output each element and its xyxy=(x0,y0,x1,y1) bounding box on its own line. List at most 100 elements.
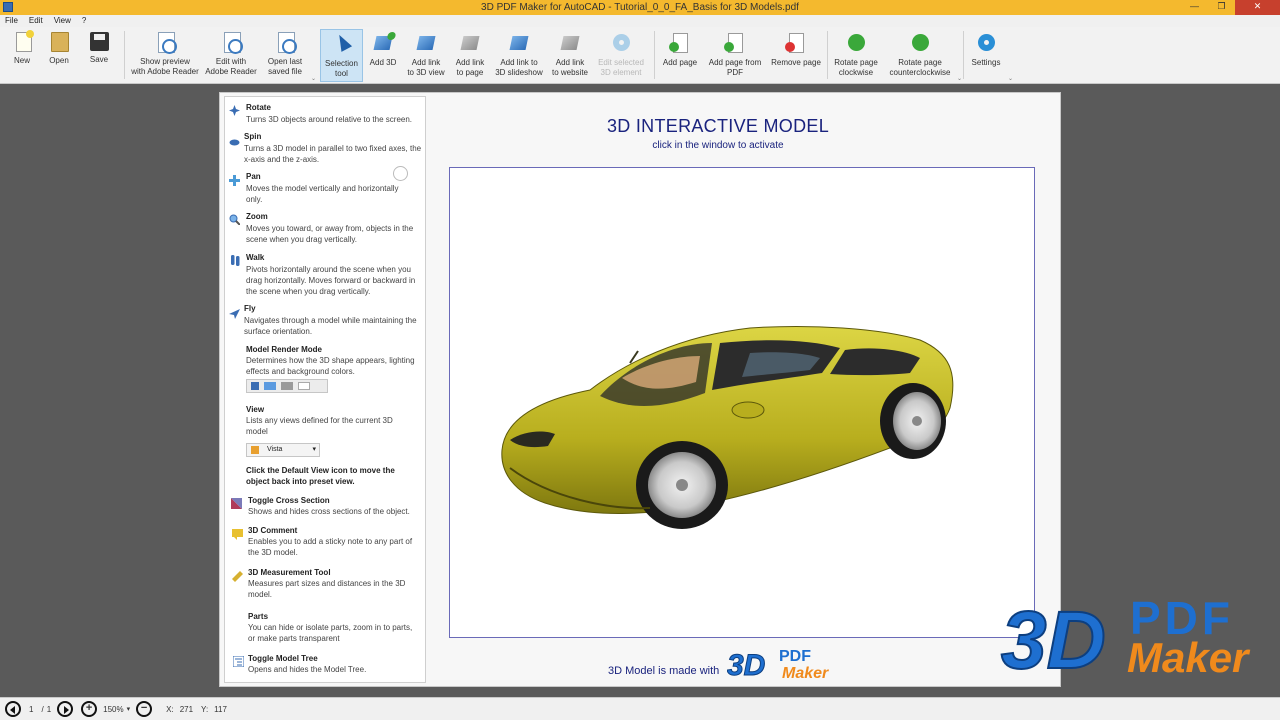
svg-text:Maker: Maker xyxy=(1127,634,1251,681)
maximize-button[interactable]: ❐ xyxy=(1208,0,1235,15)
open-button[interactable]: Open xyxy=(39,29,79,82)
window-controls: — ❐ ✕ xyxy=(1181,0,1280,15)
zoom-icon xyxy=(229,214,240,225)
link-3d-view-icon xyxy=(415,32,437,54)
model-title: 3D INTERACTIVE MODEL xyxy=(606,116,830,136)
navigation-help-panel: Rotate Turns 3D objects around relative … xyxy=(224,96,426,683)
y-coordinate: 117 xyxy=(214,704,227,714)
cross-section-icon xyxy=(231,498,242,509)
model-subtitle: click in the window to activate xyxy=(652,140,784,151)
group-expand-icon[interactable]: ⌄ xyxy=(957,75,962,82)
ribbon-separator xyxy=(124,31,125,79)
show-preview-button[interactable]: Show preview with Adobe Reader xyxy=(128,29,202,82)
rotate-clockwise-icon xyxy=(845,32,867,54)
menu-bar: File Edit View ? xyxy=(0,15,1280,27)
add-page-pdf-icon xyxy=(724,32,746,54)
settings-button[interactable]: Settings xyxy=(966,29,1006,82)
footprints-icon xyxy=(231,255,240,266)
spin-icon xyxy=(229,139,240,146)
adobe-group: Show preview with Adobe Reader Edit with… xyxy=(128,29,310,82)
comment-icon xyxy=(232,529,243,540)
zoom-in-button[interactable]: + xyxy=(81,701,98,717)
link-website-icon xyxy=(559,32,581,54)
lighting-settings-icon[interactable] xyxy=(281,382,293,390)
view-dropdown[interactable]: Vista ▾ xyxy=(246,443,320,457)
ribbon-separator xyxy=(963,31,964,79)
selection-tool-button[interactable]: Selection tool xyxy=(320,29,363,82)
cursor-ring xyxy=(393,166,408,181)
add-link-website-button[interactable]: Add link to website xyxy=(547,29,593,82)
page-total: 1 xyxy=(46,704,52,714)
status-bar: 1 / 1 + 150% ▾ − X: 271 Y: 117 xyxy=(0,697,1280,720)
rotate-group: Rotate page clockwise Rotate page counte… xyxy=(830,29,958,82)
new-button[interactable]: New xyxy=(5,29,39,82)
remove-page-button[interactable]: Remove page xyxy=(767,29,825,82)
gear-icon xyxy=(975,32,997,54)
model-tree-icon xyxy=(233,656,244,667)
open-last-saved-button[interactable]: Open last saved file xyxy=(260,29,310,82)
cursor-arrow-icon xyxy=(331,32,353,55)
ribbon-toolbar: New Open Save Show preview with Adobe Re… xyxy=(0,27,1280,84)
3d-pdf-maker-logo: 3D PDF Maker xyxy=(997,590,1280,690)
menu-help[interactable]: ? xyxy=(82,15,86,27)
current-page[interactable]: 1 xyxy=(29,705,33,714)
svg-text:3D: 3D xyxy=(727,649,765,681)
floppy-disk-icon xyxy=(89,32,109,51)
rotate-counterclockwise-button[interactable]: Rotate page counterclockwise xyxy=(882,29,958,82)
rotate-icon xyxy=(229,105,240,116)
x-label: X: xyxy=(166,704,174,714)
next-page-button[interactable] xyxy=(57,701,74,717)
add-link-page-button[interactable]: Add link to page xyxy=(449,29,491,82)
3d-viewport[interactable] xyxy=(449,167,1035,638)
page-separator: / xyxy=(41,704,44,714)
x-coordinate: 271 xyxy=(179,704,194,714)
edit-document-icon xyxy=(223,32,243,54)
add-page-icon xyxy=(669,32,691,54)
add-3d-icon xyxy=(372,32,394,54)
3d-pdf-maker-small-logo: 3D PDF Maker xyxy=(727,645,837,683)
group-expand-icon[interactable]: ⌄ xyxy=(311,75,316,82)
add-page-button[interactable]: Add page xyxy=(657,29,703,82)
link-slideshow-icon xyxy=(508,32,530,54)
edit-with-adobe-button[interactable]: Edit with Adobe Reader xyxy=(202,29,260,82)
add-link-3d-view-button[interactable]: Add link to 3D view xyxy=(403,29,449,82)
lighting-icon[interactable] xyxy=(264,382,276,390)
ribbon-separator xyxy=(654,31,655,79)
pan-icon xyxy=(229,175,240,186)
svg-text:Maker: Maker xyxy=(782,665,829,681)
background-color-icon[interactable] xyxy=(298,382,310,390)
add-page-from-pdf-button[interactable]: Add page from PDF xyxy=(703,29,767,82)
page-group: Add page Add page from PDF Remove page xyxy=(657,29,825,82)
menu-file[interactable]: File xyxy=(5,15,18,27)
group-expand-icon[interactable]: ⌄ xyxy=(1008,75,1013,82)
home-view-icon[interactable] xyxy=(251,446,259,454)
render-mode-toolbar[interactable] xyxy=(246,379,328,393)
svg-text:PDF: PDF xyxy=(779,648,811,665)
3d-tools-group: Selection tool Add 3D Add link to 3D vie… xyxy=(320,29,649,82)
settings-group: Settings xyxy=(966,29,1006,82)
rotate-clockwise-button[interactable]: Rotate page clockwise xyxy=(830,29,882,82)
menu-view[interactable]: View xyxy=(54,15,71,27)
open-last-document-icon xyxy=(277,32,297,54)
title-bar: 3D PDF Maker for AutoCAD - Tutorial_0_0_… xyxy=(0,0,1280,15)
ruler-icon xyxy=(232,571,243,582)
close-button[interactable]: ✕ xyxy=(1235,0,1280,15)
zoom-level[interactable]: 150% xyxy=(103,705,123,714)
made-with-text: 3D Model is made with xyxy=(608,665,720,677)
menu-edit[interactable]: Edit xyxy=(29,15,43,27)
edit-selected-3d-button[interactable]: Edit selected 3D element xyxy=(593,29,649,82)
solid-render-icon[interactable] xyxy=(251,382,259,390)
preview-document-icon xyxy=(157,32,177,54)
sports-car-model xyxy=(501,326,954,529)
add-link-slideshow-button[interactable]: Add link to 3D slideshow xyxy=(491,29,547,82)
airplane-icon xyxy=(229,309,240,319)
zoom-out-button[interactable]: − xyxy=(136,701,153,717)
add-3d-button[interactable]: Add 3D xyxy=(363,29,403,82)
folder-icon xyxy=(51,32,69,52)
file-group: New Open Save xyxy=(5,29,119,82)
save-button[interactable]: Save xyxy=(79,29,119,82)
previous-page-button[interactable] xyxy=(5,701,21,717)
zoom-dropdown-icon[interactable]: ▾ xyxy=(127,705,131,713)
chevron-down-icon: ▾ xyxy=(312,446,316,453)
minimize-button[interactable]: — xyxy=(1181,0,1208,15)
